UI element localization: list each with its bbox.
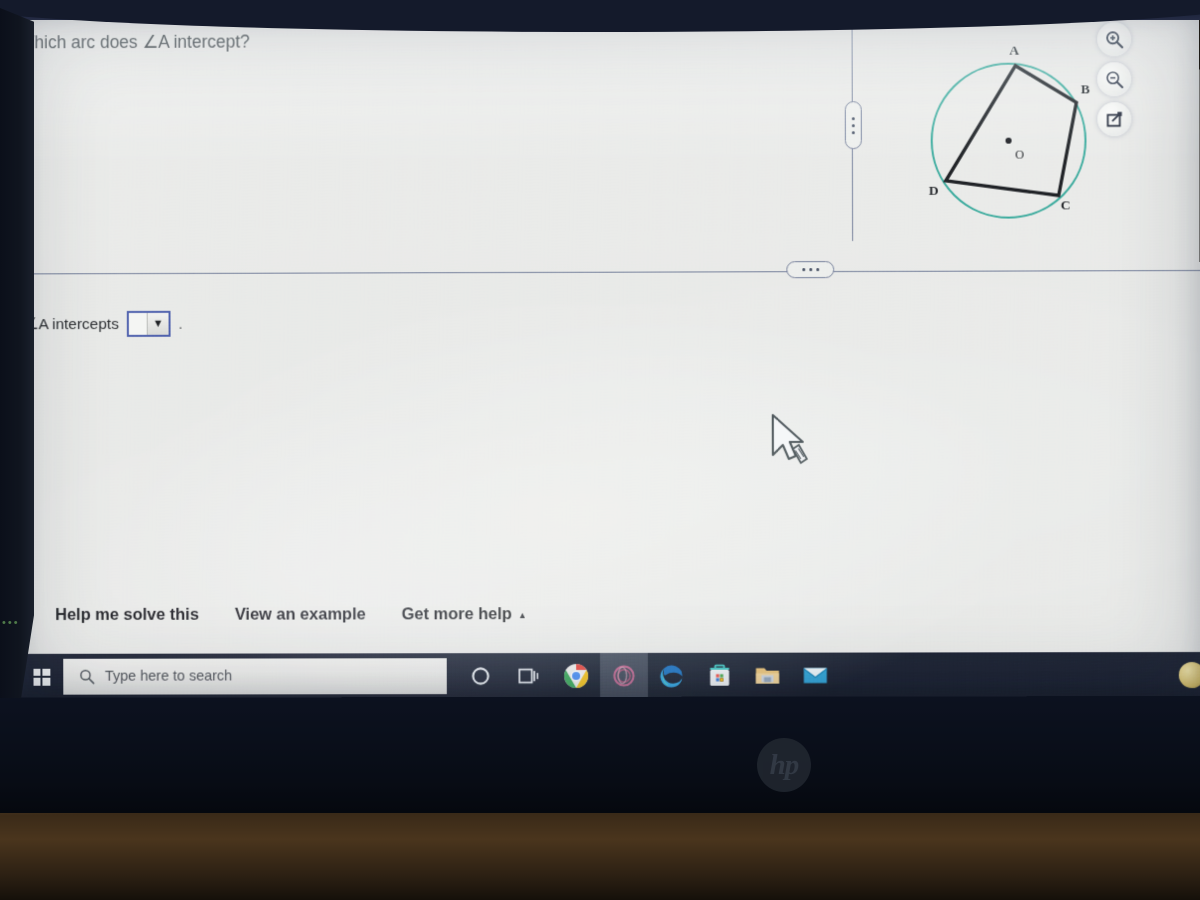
taskbar-item-chrome[interactable] [552, 653, 600, 698]
laptop-screen: Which arc does ∠A intercept? ∠A intercep… [17, 12, 1200, 698]
get-more-help-link[interactable]: Get more help ▲ [402, 605, 527, 624]
zoom-out-button[interactable] [1097, 62, 1132, 97]
horizontal-divider-handle[interactable] [786, 261, 835, 279]
search-input-placeholder[interactable]: Type here to search [105, 669, 232, 685]
quadrilateral-abcd [943, 63, 1079, 198]
bezel-indicator-dots: ••• [2, 617, 20, 629]
taskbar-icons [457, 652, 840, 698]
question-prompt: Which arc does ∠A intercept? [17, 31, 250, 53]
help-me-solve-this-link[interactable]: Help me solve this [55, 606, 199, 625]
task-view-icon [516, 666, 540, 686]
answer-trailing-period: . [178, 315, 183, 333]
get-more-help-label: Get more help [401, 605, 512, 624]
arc-answer-dropdown[interactable]: ▼ [126, 310, 171, 337]
handle-dot [808, 268, 812, 272]
handle-dot [851, 123, 855, 127]
handle-dot [815, 268, 819, 272]
geometry-figure-panel: A B C D O [862, 12, 1200, 241]
center-label-o: O [1015, 148, 1024, 162]
view-an-example-link[interactable]: View an example [235, 605, 366, 624]
cortana-icon [470, 665, 492, 687]
help-links-row: Help me solve this View an example Get m… [55, 605, 527, 625]
taskbar-item-active-app[interactable] [600, 652, 648, 698]
external-link-icon [1106, 111, 1122, 127]
search-icon [79, 669, 95, 685]
center-point-dot [1006, 137, 1013, 144]
handle-dot [851, 130, 855, 134]
vertex-label-d: D [929, 183, 939, 198]
taskbar-item-mail[interactable] [791, 653, 839, 698]
caret-up-icon: ▲ [517, 609, 527, 620]
mail-icon [803, 668, 827, 684]
edge-icon [660, 665, 683, 688]
open-in-new-window-button[interactable] [1097, 102, 1132, 137]
zoom-in-button[interactable] [1097, 22, 1132, 57]
windows-taskbar: Type here to search [19, 651, 1200, 698]
system-tray [1178, 652, 1200, 698]
answer-label: ∠A intercepts [24, 315, 119, 333]
laptop-bottom-bezel [0, 688, 1200, 813]
handle-dot [801, 268, 805, 272]
taskbar-item-microsoft-store[interactable] [696, 653, 744, 698]
inscribed-quadrilateral-diagram: A B C D O [929, 43, 1090, 219]
taskbar-item-cortana[interactable] [457, 653, 505, 698]
laptop-left-bezel [0, 8, 34, 698]
windows-logo-icon [32, 668, 50, 686]
figure-toolbar [1097, 22, 1132, 137]
vertex-label-b: B [1081, 81, 1090, 96]
taskbar-item-file-explorer[interactable] [743, 653, 791, 698]
laptop-top-bezel [0, 0, 1200, 32]
answer-row: ∠A intercepts ▼ . [24, 310, 183, 337]
chrome-icon [564, 663, 589, 688]
taskbar-search-box[interactable]: Type here to search [63, 658, 447, 695]
taskbar-item-task-view[interactable] [504, 653, 552, 698]
active-app-icon [611, 663, 637, 689]
mouse-cursor [767, 411, 819, 469]
taskbar-item-edge[interactable] [648, 653, 696, 698]
file-explorer-icon [756, 668, 779, 684]
photo-scene: hp Which arc does ∠A intercept? ∠A inter… [0, 0, 1200, 900]
zoom-in-icon [1106, 30, 1124, 48]
mylab-exercise-app: Which arc does ∠A intercept? ∠A intercep… [17, 12, 1200, 654]
horizontal-divider [18, 270, 1200, 275]
vertex-label-a: A [1009, 43, 1019, 58]
zoom-out-icon [1106, 71, 1124, 88]
vertex-label-c: C [1061, 197, 1071, 212]
chevron-down-icon[interactable]: ▼ [146, 312, 169, 335]
hp-brand-logo: hp [757, 738, 811, 792]
microsoft-store-icon [710, 664, 730, 686]
handle-dot [851, 116, 855, 120]
tray-orb-icon[interactable] [1178, 661, 1200, 689]
vertical-divider-handle[interactable] [844, 101, 862, 150]
